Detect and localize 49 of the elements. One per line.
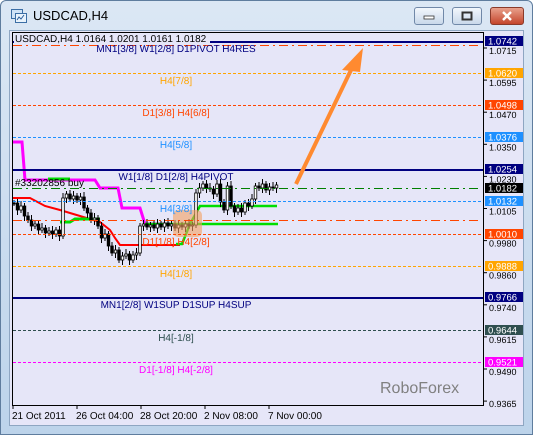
- axis-label: 1.0470: [489, 110, 517, 120]
- axis-label: 0.9615: [489, 334, 517, 345]
- price-tag: 1.0620: [485, 68, 523, 80]
- level-label: W1[1/8] D1[2/8] H4PIVOT: [118, 172, 234, 183]
- level-label: H4[7/8]: [160, 76, 192, 87]
- level-label: H4[1/8]: [160, 269, 192, 280]
- level-label: H4[5/8]: [160, 140, 192, 151]
- price-tag: 1.0254: [485, 164, 523, 176]
- time-label: 28 Oct 20:00: [140, 411, 198, 422]
- close-icon: [501, 10, 513, 20]
- axis-label: 1.0230: [489, 174, 517, 184]
- price-tag: 1.0182: [485, 183, 523, 194]
- time-label: 7 Nov 00:00: [268, 411, 322, 422]
- time-label: 26 Oct 04:00: [76, 411, 134, 422]
- level-label: D1[-1/8] H4[-2/8]: [139, 365, 213, 376]
- axis-label: 1.0105: [489, 206, 517, 216]
- maximize-icon: [461, 10, 473, 20]
- axis-label: 0.9365: [489, 399, 517, 410]
- axis-label: 1.0715: [489, 46, 517, 56]
- chart-window-icon: [11, 8, 27, 22]
- price-tag: 0.9766: [485, 292, 523, 304]
- price-tag: 0.9644: [485, 325, 523, 336]
- axis-label: 1.0595: [489, 78, 517, 88]
- axis-label: 0.9980: [489, 238, 517, 249]
- price-tag: 1.0132: [485, 196, 523, 208]
- level-label: MN1[2/8] W1SUP D1SUP H4SUP: [100, 300, 252, 311]
- close-button[interactable]: [490, 6, 524, 24]
- window-title: USDCAD,H4: [33, 8, 110, 23]
- price-tag: 0.9888: [485, 261, 523, 272]
- level-label: H4[-1/8]: [158, 333, 194, 344]
- price-tag: 0.9521: [485, 357, 523, 368]
- order-label: #33202856 buy: [15, 178, 84, 189]
- chart-header: USDCAD,H4 1.0164 1.0201 1.0161 1.0182: [15, 34, 206, 45]
- level-label: H4[3/8]: [160, 204, 192, 215]
- minimize-button[interactable]: [414, 6, 444, 24]
- time-label: 2 Nov 08:00: [204, 411, 258, 422]
- axis-label: 1.0350: [489, 142, 517, 152]
- price-tag: 1.0376: [485, 132, 523, 144]
- price-tag: 1.0010: [485, 229, 523, 240]
- axis-label: 0.9860: [489, 270, 517, 281]
- axis-label: 0.9490: [489, 367, 517, 377]
- maximize-button[interactable]: [452, 6, 482, 24]
- axis-label: 0.9740: [489, 302, 517, 313]
- price-tag: 1.0742: [485, 36, 523, 48]
- price-tag: 1.0498: [485, 100, 523, 112]
- broker-name: RoboForex: [380, 380, 460, 397]
- time-label: 21 Oct 2011: [12, 411, 66, 422]
- level-label: MN1[3/8] W1[2/8] D1PIVOT H4RES: [96, 44, 256, 55]
- level-label: D1[3/8] H4[6/8]: [142, 108, 210, 119]
